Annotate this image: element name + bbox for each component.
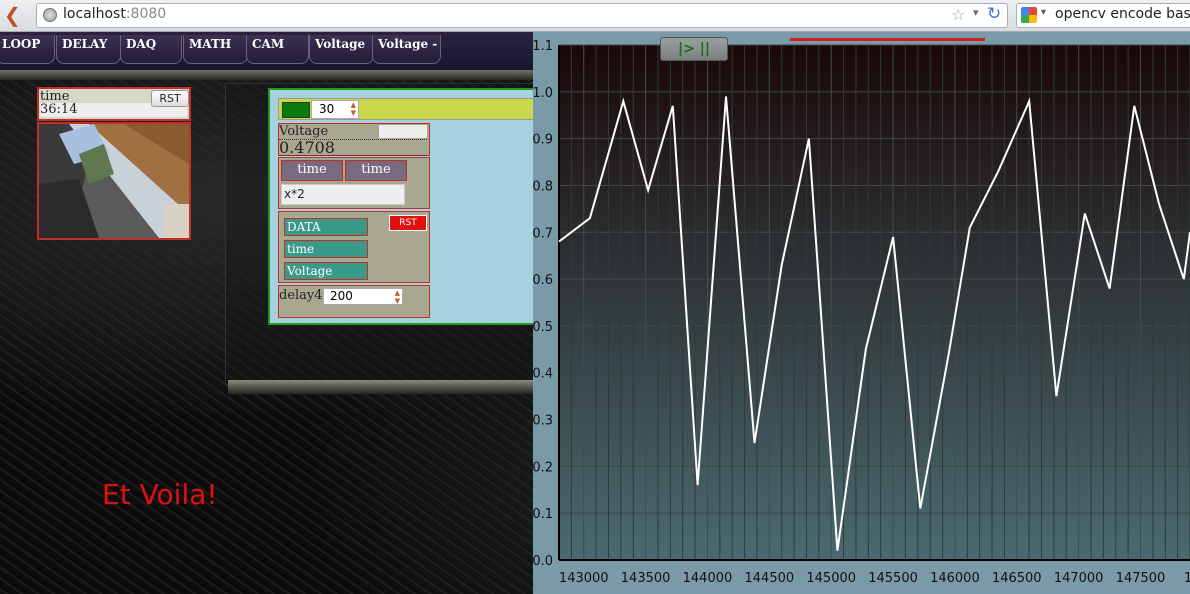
x-tick-label: 143000 <box>559 571 609 586</box>
delay-value: 200 <box>330 289 353 303</box>
browser-toolbar: ❮ localhost:8080 ☆ ▾ ↻ ▾ opencv encode b… <box>0 0 1190 32</box>
y-tick-label: 0.0 <box>533 554 553 569</box>
math-input-b[interactable]: time <box>345 160 407 181</box>
x-tick-label: 146000 <box>930 571 980 586</box>
back-arrow-icon[interactable]: ❮ <box>4 4 22 26</box>
menu-delay[interactable]: DELAY <box>56 35 121 64</box>
loop-rate-stepper[interactable]: 30 ▲ ▼ <box>311 100 359 119</box>
menu-cam[interactable]: CAM <box>246 35 309 64</box>
x-tick-label: 147000 <box>1054 571 1104 586</box>
x-tick-label: 1 <box>1184 571 1190 586</box>
stepper-arrows-icon[interactable]: ▲ ▼ <box>351 101 356 117</box>
menu-math[interactable]: MATH <box>183 35 248 64</box>
camera-image <box>39 124 189 238</box>
y-tick-label: 0.7 <box>533 226 553 241</box>
caption-text: Et Voila! <box>102 478 218 511</box>
progress-marker <box>790 38 985 41</box>
google-icon <box>1021 7 1037 23</box>
loop-strip: 30 ▲ ▼ <box>278 98 538 120</box>
camera-feed <box>37 122 191 240</box>
shelf-divider <box>0 70 540 80</box>
delay-widget: delay4 200 ▲ ▼ <box>278 285 430 318</box>
y-tick-label: 0.6 <box>533 273 553 288</box>
line-chart: 0.0 0.1 0.2 0.3 0.4 0.5 0.6 0.7 0.8 0.9 1.0 1.1 1430… <box>533 39 1190 586</box>
y-tick-label: 1.1 <box>533 39 553 54</box>
y-tick-label: 0.9 <box>533 133 553 148</box>
url-text: localhost:8080 <box>63 6 167 22</box>
play-pause-button[interactable]: |> || <box>660 37 728 61</box>
voltage-slot <box>379 125 427 138</box>
voltage-label: Voltage <box>279 124 329 139</box>
time-widget: time 36:14 RST <box>37 87 191 121</box>
x-tick-label: 143500 <box>621 571 671 586</box>
chevron-down-icon[interactable]: ▾ <box>973 6 979 19</box>
y-tick-label: 0.4 <box>533 367 553 382</box>
menu-loop[interactable]: LOOP <box>0 35 55 64</box>
chart-panel: 0.0 0.1 0.2 0.3 0.4 0.5 0.6 0.7 0.8 0.9 1.0 1.1 1430… <box>533 32 1190 594</box>
menu-daq[interactable]: DAQ <box>120 35 182 64</box>
voltage-value: 0.4708 <box>279 139 427 156</box>
y-tick-label: 1.0 <box>533 86 553 101</box>
address-bar[interactable]: localhost:8080 ☆ ▾ ↻ <box>36 3 1008 28</box>
y-tick-label: 0.5 <box>533 320 553 335</box>
x-tick-label: 144500 <box>745 571 795 586</box>
y-tick-label: 0.3 <box>533 414 553 429</box>
globe-icon <box>43 8 57 22</box>
time-reset-button[interactable]: RST <box>151 90 189 107</box>
chevron-down-icon[interactable]: ▾ <box>1041 7 1046 18</box>
stepper-arrows-icon[interactable]: ▲ ▼ <box>395 289 400 305</box>
x-tick-label: 145000 <box>806 571 856 586</box>
x-tick-label: 145500 <box>868 571 918 586</box>
y-tick-label: 0.2 <box>533 460 553 475</box>
x-tick-label: 146500 <box>992 571 1042 586</box>
star-icon[interactable]: ☆ <box>951 5 965 24</box>
reload-icon[interactable]: ↻ <box>987 4 1001 24</box>
daq-reset-button[interactable]: RST <box>389 215 427 231</box>
delay-stepper[interactable]: 200 ▲ ▼ <box>323 288 403 305</box>
shelf-divider <box>228 380 540 394</box>
loop-rate-value: 30 <box>319 102 335 116</box>
y-tick-label: 0.8 <box>533 179 553 194</box>
math-widget: time time x*2 <box>278 157 430 209</box>
y-tick-label: 0.1 <box>533 507 553 522</box>
math-expression-input[interactable]: x*2 <box>281 184 405 205</box>
math-input-a[interactable]: time <box>281 160 343 181</box>
search-box[interactable]: ▾ opencv encode base <box>1016 3 1190 28</box>
x-tick-label: 144000 <box>683 571 733 586</box>
menu-voltage-minus[interactable]: Voltage - <box>372 35 441 64</box>
control-panel: 30 ▲ ▼ Voltage 0.4708 time time x*2 DATA … <box>268 88 540 325</box>
delay-label: delay4 <box>279 288 323 303</box>
daq-channel-voltage[interactable]: Voltage <box>284 262 368 280</box>
daq-channel-time[interactable]: time <box>284 240 368 258</box>
plot-area <box>559 45 1190 560</box>
search-text: opencv encode base <box>1055 6 1190 22</box>
daq-channel-data[interactable]: DATA <box>284 218 368 236</box>
loop-indicator[interactable] <box>282 102 310 118</box>
x-tick-label: 147500 <box>1116 571 1166 586</box>
daq-widget: DATA RST time Voltage <box>278 211 430 283</box>
menu-voltage[interactable]: Voltage <box>309 35 374 64</box>
voltage-widget: Voltage 0.4708 <box>278 123 430 156</box>
